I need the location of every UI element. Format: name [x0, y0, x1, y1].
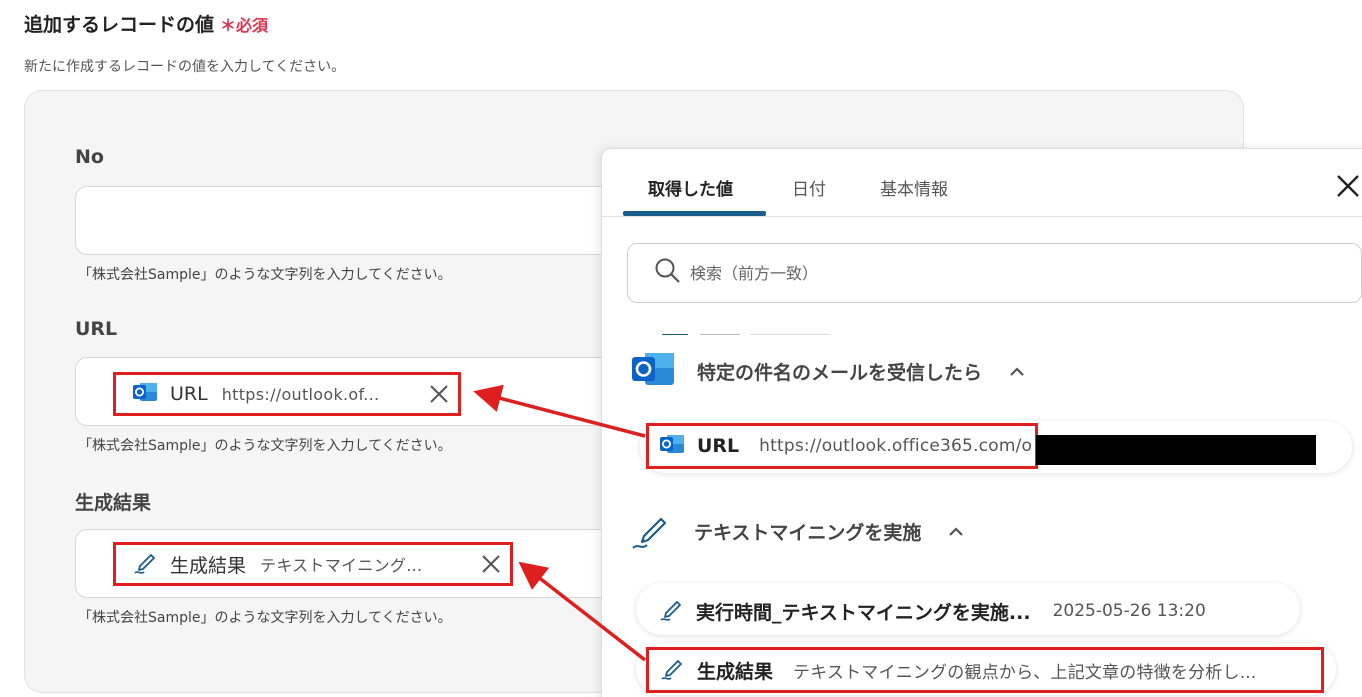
field-hint-url: 「株式会社Sample」のような文字列を入力してください。	[78, 438, 452, 454]
group-header-outlook[interactable]: 特定の件名のメールを受信したら	[631, 349, 1026, 394]
pen-icon	[658, 596, 684, 626]
result-chip[interactable]: 生成結果 テキストマイニング...	[113, 542, 513, 586]
group-title: テキストマイニングを実施	[694, 522, 922, 544]
field-hint-no: 「株式会社Sample」のような文字列を入力してください。	[78, 267, 452, 283]
field-label-result: 生成結果	[75, 492, 152, 514]
item-value: https://outlook.office365.com/o	[759, 436, 1033, 456]
pen-icon	[659, 655, 685, 685]
section-title-text: 追加するレコードの値	[24, 14, 215, 36]
remove-icon[interactable]	[428, 383, 450, 405]
item-name: 実行時間_テキストマイニングを実施...	[696, 601, 1031, 624]
list-item-execution-time[interactable]: 実行時間_テキストマイニングを実施... 2025-05-26 13:20	[658, 596, 1206, 626]
pen-icon	[630, 508, 672, 555]
search-input[interactable]	[690, 263, 1190, 283]
chevron-up-icon[interactable]	[1008, 363, 1026, 381]
tab-date[interactable]: 日付	[792, 175, 826, 200]
url-chip[interactable]: URL https://outlook.of...	[113, 372, 461, 416]
outlook-icon	[659, 432, 685, 460]
pen-icon	[132, 549, 158, 580]
search-box[interactable]	[627, 243, 1362, 303]
group-title: 特定の件名のメールを受信したら	[697, 362, 983, 384]
search-icon	[654, 257, 682, 289]
chip-name: URL	[170, 383, 208, 405]
section-title: 追加するレコードの値 ＊必須	[24, 10, 268, 37]
item-name: 生成結果	[697, 660, 774, 683]
field-hint-result: 「株式会社Sample」のような文字列を入力してください。	[78, 610, 452, 626]
item-value: テキストマイニングの観点から、上記文章の特徴を分析し...	[793, 662, 1257, 683]
outlook-icon	[631, 349, 675, 394]
required-label: ＊必須	[220, 16, 269, 35]
chip-value: https://outlook.of...	[221, 384, 380, 404]
item-value: 2025-05-26 13:20	[1052, 601, 1206, 621]
outlook-icon	[132, 380, 158, 409]
section-description: 新たに作成するレコードの値を入力してください。	[24, 59, 346, 75]
tab-divider	[602, 216, 1362, 217]
scrolled-item-fragment	[662, 325, 862, 335]
list-item-url[interactable]: URL https://outlook.office365.com/o	[646, 423, 1038, 469]
close-icon[interactable]	[1335, 173, 1361, 199]
field-label-no: No	[75, 146, 104, 168]
chevron-up-icon[interactable]	[947, 523, 965, 541]
field-label-url: URL	[75, 318, 118, 340]
list-item-generated-result[interactable]: 生成結果 テキストマイニングの観点から、上記文章の特徴を分析し...	[646, 647, 1324, 693]
redaction-bar	[1036, 435, 1316, 465]
chip-value: テキストマイニング...	[260, 556, 423, 575]
tab-acquired-values[interactable]: 取得した値	[648, 175, 733, 200]
remove-icon[interactable]	[480, 553, 502, 575]
item-name: URL	[697, 435, 740, 457]
no-input[interactable]	[75, 186, 635, 255]
group-header-text-mining[interactable]: テキストマイニングを実施	[630, 508, 965, 555]
chip-name: 生成結果	[170, 554, 247, 577]
tab-basic-info[interactable]: 基本情報	[880, 175, 948, 200]
